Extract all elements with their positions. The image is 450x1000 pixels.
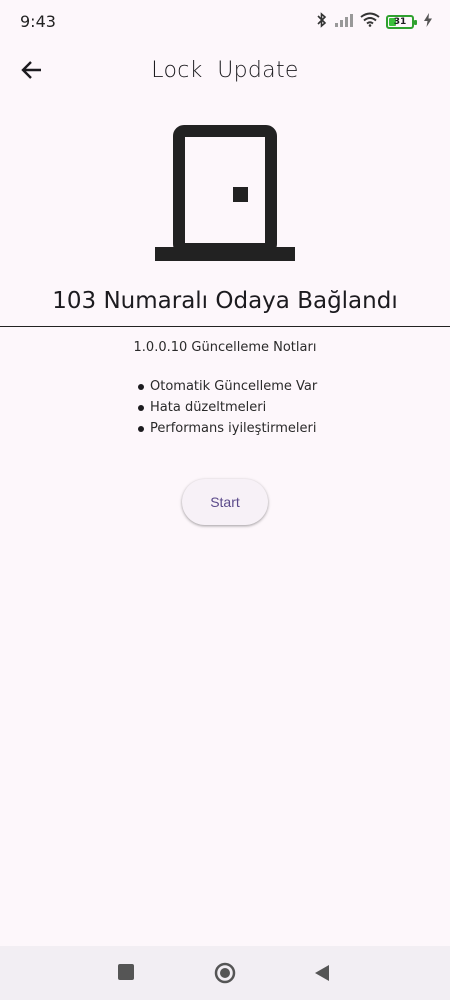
start-button[interactable]: Start xyxy=(182,479,268,525)
bluetooth-icon xyxy=(316,11,328,33)
recent-apps-icon[interactable] xyxy=(118,964,134,980)
bullet-icon xyxy=(138,383,144,390)
app-bar: Lock Update xyxy=(0,44,450,100)
divider xyxy=(0,326,450,327)
battery-level: 31 xyxy=(393,17,407,27)
notes-list: Otomatik Güncelleme Var Hata düzeltmeler… xyxy=(138,376,317,439)
list-item: Otomatik Güncelleme Var xyxy=(138,376,317,397)
system-nav-bar xyxy=(0,946,450,1000)
list-item: Performans iyileştirmeleri xyxy=(138,418,317,439)
battery-icon: 31 xyxy=(386,15,417,29)
home-icon[interactable] xyxy=(214,962,236,984)
notes-title: 1.0.0.10 Güncelleme Notları xyxy=(133,340,317,355)
charging-icon xyxy=(424,12,432,32)
list-item: Hata düzeltmeleri xyxy=(138,397,317,418)
room-title: 103 Numaralı Odaya Bağlandı xyxy=(52,288,398,314)
page-title: Lock Update xyxy=(151,58,299,83)
status-time: 9:43 xyxy=(20,12,56,31)
wifi-icon xyxy=(360,12,380,32)
signal-icon xyxy=(334,13,354,32)
bullet-icon xyxy=(138,404,144,411)
status-icons: 31 xyxy=(316,11,432,33)
status-bar: 9:43 31 xyxy=(0,0,450,44)
door-icon xyxy=(155,125,295,265)
nav-back-icon[interactable] xyxy=(314,964,330,982)
bullet-icon xyxy=(138,425,144,432)
